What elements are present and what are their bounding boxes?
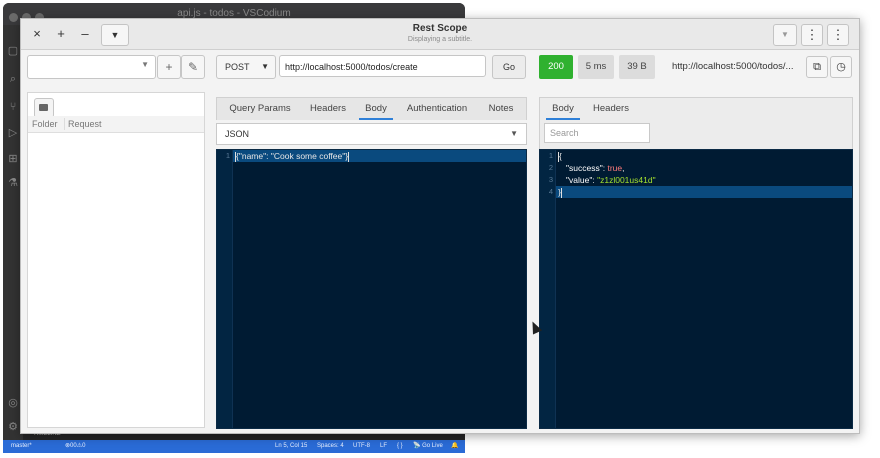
git-branch-status[interactable]: master* [11, 440, 32, 453]
go-button[interactable]: Go [492, 55, 526, 79]
response-body-viewer[interactable]: 1 2 3 4 { "success": true, "value": "z1z… [539, 149, 853, 429]
current-line-highlight [556, 186, 852, 198]
new-folder-icon[interactable] [34, 98, 54, 118]
tree-column-headers: Folder Request [28, 116, 204, 133]
problems-status[interactable]: ⊗00⚠0 [65, 440, 85, 453]
json-key-value: "value" [566, 175, 593, 185]
copy-icon[interactable]: ⧉ [806, 56, 828, 78]
search-icon[interactable]: ⌕ [7, 73, 19, 85]
tab-response-body[interactable]: Body [546, 98, 580, 120]
line-number: 4 [548, 187, 553, 196]
tab-response-headers[interactable]: Headers [588, 98, 634, 120]
response-line-2: "success": true, [566, 163, 625, 173]
rest-scope-window: × + – ▼ Rest Scope Displaying a subtitle… [20, 18, 860, 434]
body-type-value: JSON [225, 129, 250, 139]
status-code-badge: 200 [539, 55, 573, 79]
more-options-icon[interactable]: ⋮ [801, 24, 823, 46]
request-body-text: {"name": "Cook some coffee"} [236, 151, 349, 161]
vscodium-status-bar: master* ⊗00⚠0 Ln 5, Col 15 Spaces: 4 UTF… [3, 440, 465, 453]
app-title: Rest Scope [412, 23, 468, 34]
request-tabs: Query Params Headers Body Authentication… [216, 97, 527, 120]
add-collection-button[interactable]: + [157, 55, 181, 79]
line-number: 3 [548, 175, 553, 184]
http-method-select[interactable]: POST ▼ [216, 55, 276, 79]
json-open-brace: { [559, 151, 562, 161]
tab-notes[interactable]: Notes [481, 98, 521, 120]
response-url: http://localhost:5000/todos/... [672, 61, 794, 72]
line-number: 1 [548, 151, 553, 160]
extensions-icon[interactable]: ⊞ [7, 153, 19, 165]
folder-column-header[interactable]: Folder [32, 116, 58, 132]
app-menu-icon[interactable]: ⋮ [827, 24, 849, 46]
line-number-gutter: 1 2 3 4 [540, 150, 556, 428]
eol-status[interactable]: LF [380, 440, 387, 453]
request-url-input[interactable]: http://localhost:5000/todos/create [279, 55, 486, 77]
line-number-gutter: 1 [217, 150, 233, 428]
edit-collection-button[interactable]: ✎ [181, 55, 205, 79]
request-body-line: {"name": "Cook some coffee"} [235, 150, 350, 162]
json-value-success: true [607, 163, 623, 173]
go-live-status[interactable]: 📡 Go Live [413, 440, 443, 453]
debug-icon[interactable]: ▷ [7, 127, 19, 139]
go-live-label: Go Live [422, 443, 443, 449]
request-column-header[interactable]: Request [68, 116, 102, 132]
response-size-badge: 39 B [619, 55, 655, 79]
tab-authentication[interactable]: Authentication [401, 98, 473, 120]
header-bar: × + – ▼ Rest Scope Displaying a subtitle… [21, 19, 859, 50]
request-body-editor[interactable]: 1 {"name": "Cook some coffee"} [216, 149, 527, 429]
cursor-position-status[interactable]: Ln 5, Col 15 [275, 440, 307, 453]
body-type-select[interactable]: JSON ▼ [216, 123, 527, 145]
testing-icon[interactable]: ⚗ [7, 177, 19, 189]
history-clock-icon[interactable]: ◷ [830, 56, 852, 78]
json-value-value: "z1zl001us41d" [597, 175, 656, 185]
collection-select[interactable]: ▼ [27, 55, 156, 79]
json-key-success: "success" [566, 163, 603, 173]
response-line-4: } [558, 186, 562, 198]
settings-gear-icon[interactable]: ⚙ [7, 421, 19, 433]
explorer-icon[interactable]: ▢ [7, 45, 19, 57]
tab-query-params[interactable]: Query Params [225, 98, 295, 120]
response-time-badge: 5 ms [578, 55, 614, 79]
response-search-input[interactable] [544, 123, 650, 143]
response-line-3: "value": "z1zl001us41d" [566, 175, 656, 185]
source-control-icon[interactable]: ⑂ [7, 101, 19, 113]
indentation-status[interactable]: Spaces: 4 [317, 440, 344, 453]
tab-body[interactable]: Body [359, 98, 393, 120]
request-tree-panel: Folder Request [27, 92, 205, 428]
line-number: 2 [548, 163, 553, 172]
language-mode-status[interactable]: { } [397, 440, 403, 453]
tab-headers[interactable]: Headers [303, 98, 353, 120]
chevron-down-icon: ▼ [141, 60, 149, 69]
history-dropdown-button[interactable]: ▼ [773, 24, 797, 46]
chevron-down-icon: ▼ [261, 62, 269, 71]
http-method-value: POST [225, 62, 250, 72]
app-subtitle: Displaying a subtitle. [407, 36, 473, 43]
response-line-1: { [558, 150, 562, 162]
chevron-down-icon: ▼ [510, 129, 518, 138]
encoding-status[interactable]: UTF-8 [353, 440, 370, 453]
account-icon[interactable]: ◎ [7, 397, 19, 409]
notifications-icon[interactable]: 🔔 [451, 440, 458, 453]
line-number: 1 [225, 151, 230, 160]
